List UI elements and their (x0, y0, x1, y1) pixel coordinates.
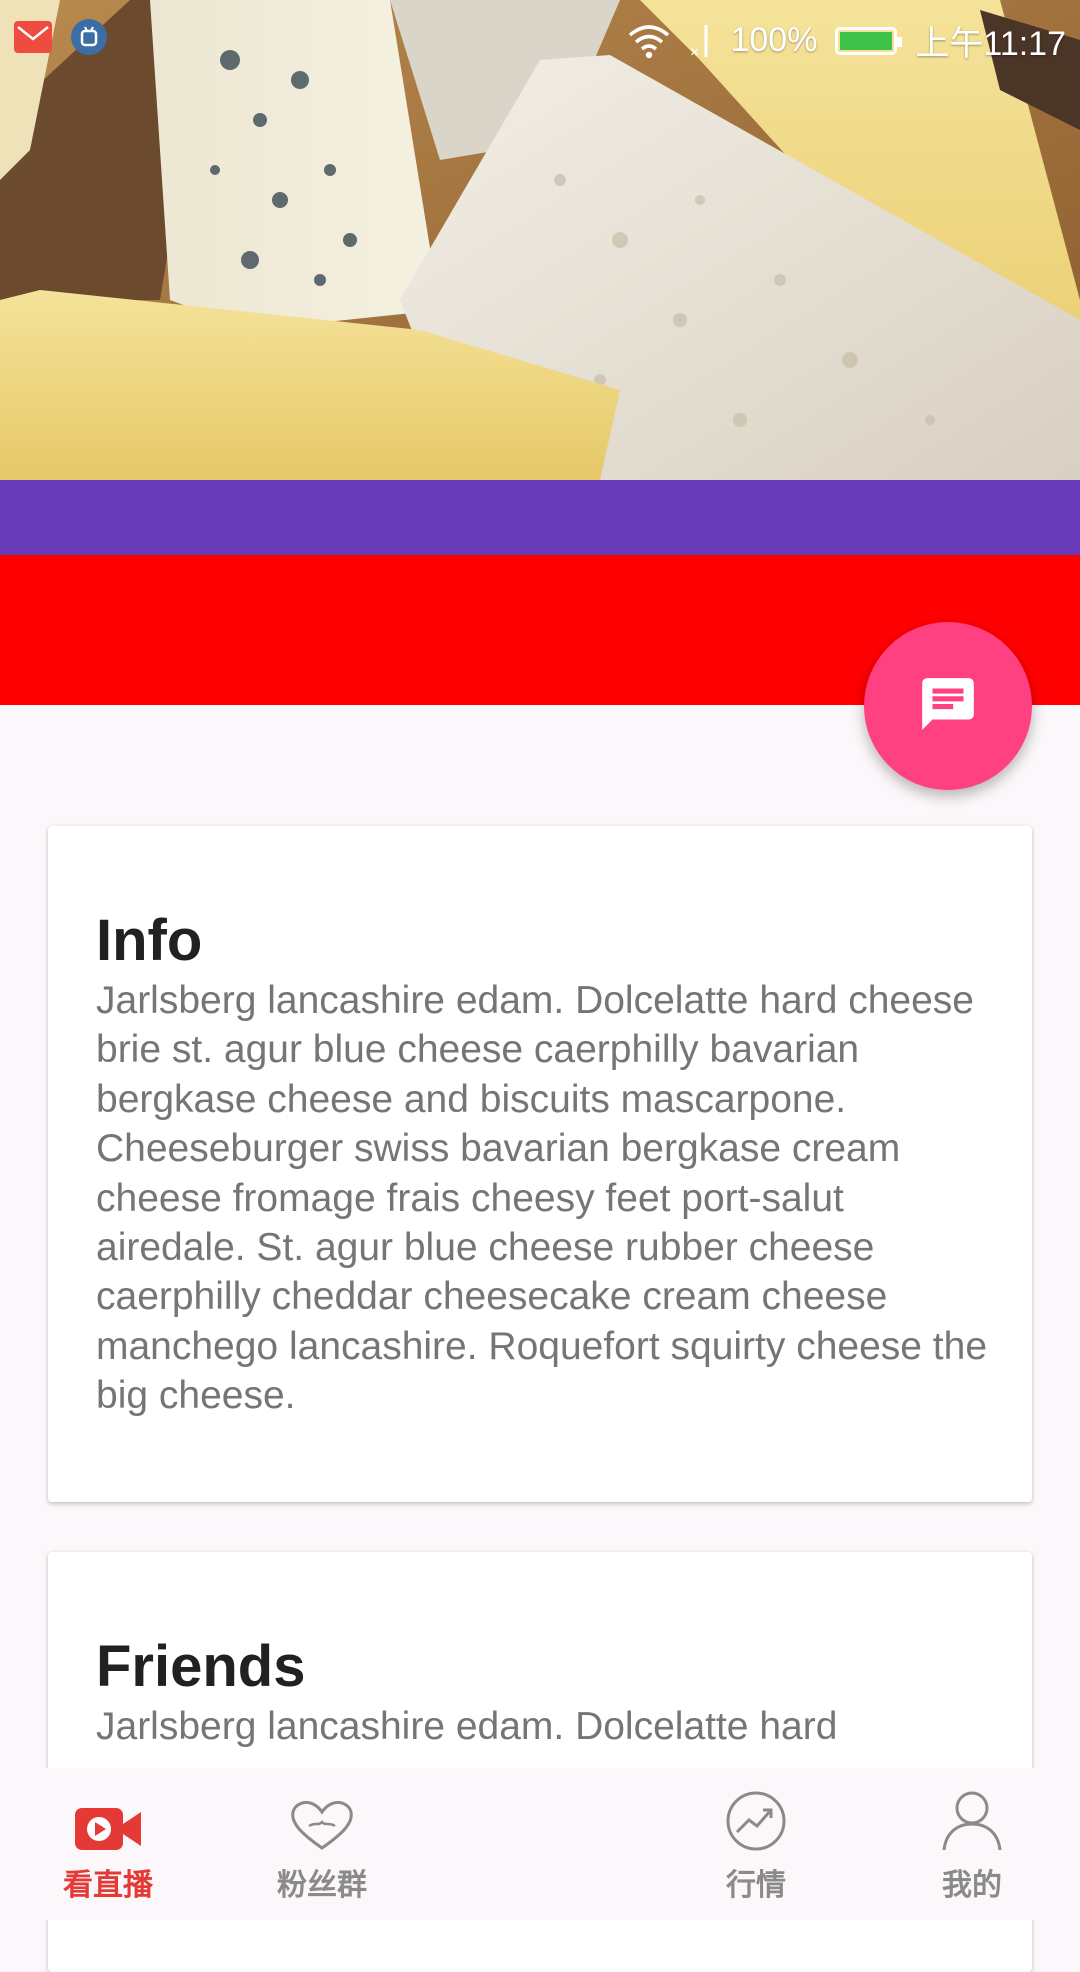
heart-icon (289, 1782, 355, 1852)
wifi-icon (628, 23, 670, 59)
bottom-navigation: 看直播 粉丝群 行情 我的 (0, 1768, 1080, 1920)
message-fab-button[interactable] (864, 622, 1032, 790)
person-icon (940, 1782, 1004, 1852)
clock: 上午11:17 (915, 25, 1066, 63)
nav-item-fans[interactable]: 粉丝群 (232, 1768, 412, 1920)
battery-icon (835, 26, 903, 55)
message-icon (917, 673, 979, 740)
nav-label: 行情 (726, 1869, 786, 1902)
mail-icon (14, 19, 52, 55)
android-debug-icon (70, 18, 108, 56)
nav-item-profile[interactable]: 我的 (882, 1768, 1062, 1920)
no-signal-icon: × (688, 23, 712, 59)
status-bar: × 100% 上午11:17 (0, 0, 1080, 76)
nav-label: 看直播 (63, 1869, 153, 1902)
toolbar-band (0, 480, 1080, 555)
nav-label: 我的 (942, 1869, 1002, 1902)
video-camera-icon (75, 1782, 141, 1852)
nav-label: 粉丝群 (277, 1869, 367, 1902)
card-title: Info (96, 908, 203, 973)
card-title: Friends (96, 1634, 306, 1699)
nav-item-live[interactable]: 看直播 (18, 1768, 198, 1920)
card-body: Jarlsberg lancashire edam. Dolcelatte ha… (96, 979, 988, 1418)
info-card: Info Jarlsberg lancashire edam. Dolcelat… (48, 826, 1032, 1502)
card-body: Jarlsberg lancashire edam. Dolcelatte ha… (96, 1705, 838, 1748)
trend-chart-icon (725, 1782, 787, 1852)
battery-percentage: 100% (730, 21, 818, 59)
nav-item-market[interactable]: 行情 (666, 1768, 846, 1920)
svg-text:×: × (690, 44, 699, 59)
